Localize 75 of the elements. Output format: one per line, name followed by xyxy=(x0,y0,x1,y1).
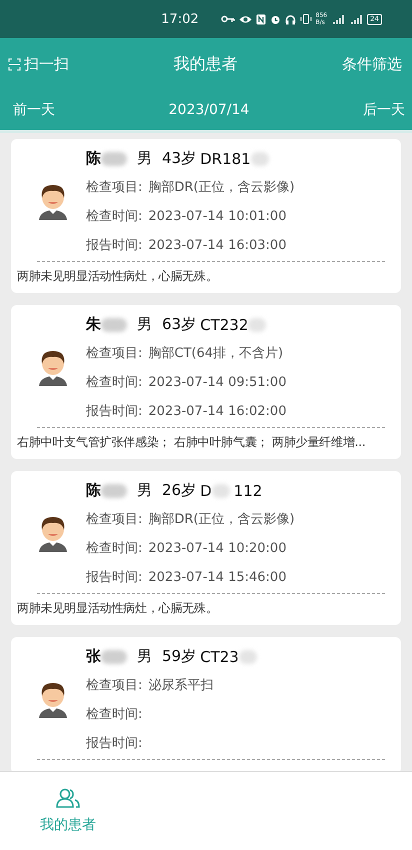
exam-number: CT23 xyxy=(200,648,239,666)
avatar-icon xyxy=(38,348,68,388)
field-label: 报告时间: xyxy=(86,735,142,752)
avatar-icon xyxy=(38,182,68,222)
headphones-icon xyxy=(284,14,296,24)
exam-item: 胸部DR(正位，含云影像) xyxy=(148,511,295,528)
field-label: 检查时间: xyxy=(86,706,142,723)
field-label: 检查项目: xyxy=(86,511,142,528)
previous-day-button[interactable]: 前一天 xyxy=(13,101,55,119)
field-label: 检查项目: xyxy=(86,677,142,694)
patient-card[interactable]: 张 男 59岁 CT23 检查项目: 泌尿系平扫 检查时间: 报告时间: xyxy=(11,637,401,771)
field-label: 报告时间: xyxy=(86,569,142,586)
report-summary: 两肺未见明显活动性病灶，心膈无殊。 xyxy=(17,268,219,285)
blurred-text xyxy=(101,318,127,332)
field-label: 检查项目: xyxy=(86,179,142,196)
exam-time: 2023-07-14 10:20:00 xyxy=(148,540,286,556)
patient-name: 朱 xyxy=(86,315,101,334)
field-label: 检查时间: xyxy=(86,540,142,557)
patient-sex: 男 xyxy=(137,647,152,666)
scan-icon xyxy=(8,58,21,70)
exam-item: 胸部DR(正位，含云影像) xyxy=(148,179,295,196)
exam-time: 2023-07-14 09:51:00 xyxy=(148,374,286,390)
blurred-text xyxy=(248,318,266,332)
patient-name: 陈 xyxy=(86,481,101,500)
key-icon xyxy=(220,15,235,23)
patient-sex: 男 xyxy=(137,481,152,500)
patient-card[interactable]: 陈 男 26岁 D 112 检查项目: 胸部DR(正位，含云影像) 检查时间: 2023-07-14 10:20:00 报告时间: 2023-07-14 15:46:00 两肺未见明显活动性病灶，心膈无殊。 xyxy=(11,471,401,625)
vibrate-icon xyxy=(300,14,312,24)
patient-sex: 男 xyxy=(137,149,152,168)
field-label: 检查时间: xyxy=(86,208,142,225)
exam-number: D xyxy=(200,482,212,500)
next-day-button[interactable]: 后一天 xyxy=(362,101,405,119)
exam-number: DR181 xyxy=(200,150,251,168)
blurred-text xyxy=(238,650,257,664)
blurred-text xyxy=(101,650,127,664)
page-title: 我的患者 xyxy=(174,54,238,74)
field-label: 报告时间: xyxy=(86,403,142,420)
patient-name: 陈 xyxy=(86,149,101,168)
patient-card[interactable]: 朱 男 63岁 CT232 检查项目: 胸部CT(64排，不含片) 检查时间: 2023-07-14 09:51:00 报告时间: 2023-07-14 16:02:00 右肺中叶支气管扩张伴感染； 右肺中叶肺气囊； 两肺少量纤维增... xyxy=(11,305,401,459)
patient-sex: 男 xyxy=(137,315,152,334)
filter-button[interactable]: 条件筛选 xyxy=(342,54,402,74)
patients-icon xyxy=(56,788,80,808)
report-time: 2023-07-14 15:46:00 xyxy=(148,570,286,584)
report-summary: 两肺未见明显活动性病灶，心膈无殊。 xyxy=(17,600,219,617)
patient-card[interactable]: 陈 男 43岁 DR181 检查项目: 胸部DR(正位，含云影像) 检查时间: 2023-07-14 10:01:00 报告时间: 2023-07-14 16:03:00 两肺未见明显活动性病灶，心膈无殊。 xyxy=(11,139,401,293)
status-time: 17:02 xyxy=(161,12,199,26)
blurred-text xyxy=(212,484,230,498)
blurred-text xyxy=(101,152,127,166)
exam-time: 2023-07-14 10:01:00 xyxy=(148,208,286,224)
field-label: 检查时间: xyxy=(86,374,142,391)
patient-name: 张 xyxy=(86,647,101,666)
nfc-icon xyxy=(256,14,266,24)
patient-age: 59岁 xyxy=(162,647,196,666)
report-time: 2023-07-14 16:03:00 xyxy=(148,238,286,252)
avatar-icon xyxy=(38,514,68,554)
report-time: 2023-07-14 16:02:00 xyxy=(148,404,286,418)
patient-age: 43岁 xyxy=(162,149,196,168)
exam-number: 112 xyxy=(234,482,262,500)
patient-age: 63岁 xyxy=(162,315,196,334)
patient-age: 26岁 xyxy=(162,481,196,500)
signal-icon xyxy=(331,14,346,24)
scan-button[interactable]: 扫一扫 xyxy=(8,54,69,74)
current-date: 2023/07/14 xyxy=(168,102,250,118)
signal-icon xyxy=(349,14,364,24)
exam-item: 泌尿系平扫 xyxy=(148,677,214,694)
blurred-text xyxy=(250,152,269,166)
report-summary: 右肺中叶支气管扩张伴感染； 右肺中叶肺气囊； 两肺少量纤维增... xyxy=(17,434,366,451)
avatar-icon xyxy=(38,680,68,720)
alarm-icon xyxy=(270,14,281,24)
blurred-text xyxy=(101,484,127,498)
field-label: 检查项目: xyxy=(86,345,142,362)
exam-item: 胸部CT(64排，不含片) xyxy=(148,345,284,362)
exam-number: CT232 xyxy=(200,316,248,334)
eye-icon xyxy=(238,14,252,24)
field-label: 报告时间: xyxy=(86,237,142,254)
